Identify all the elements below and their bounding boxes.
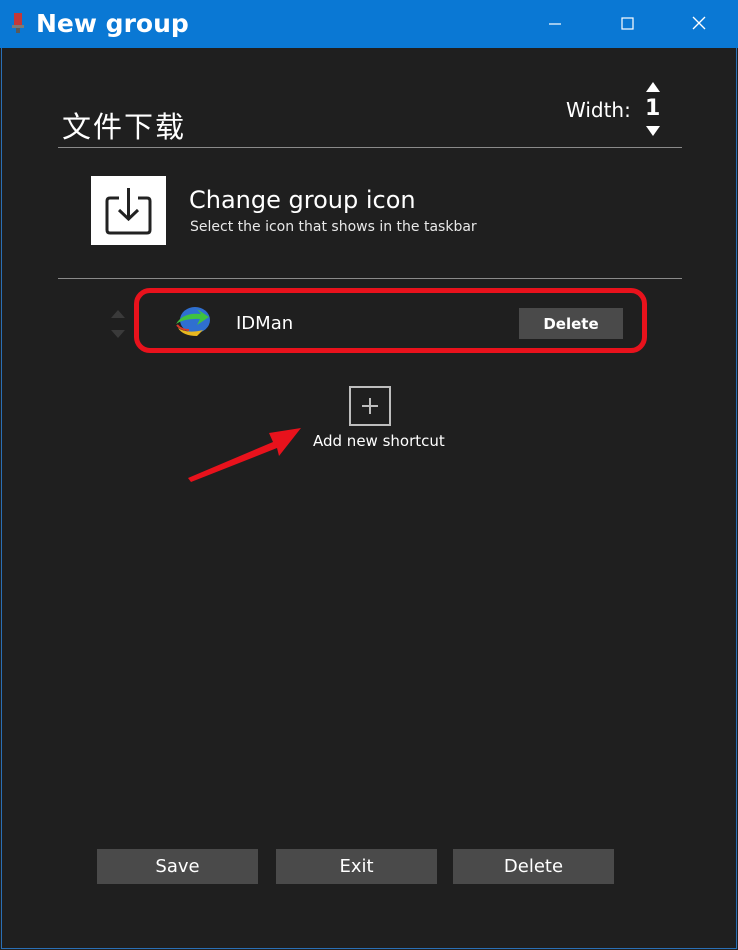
move-up-icon[interactable] (111, 310, 125, 318)
move-down-icon[interactable] (111, 330, 125, 338)
idm-app-icon (176, 307, 210, 336)
exit-button[interactable]: Exit (276, 849, 437, 884)
width-decrease-icon[interactable] (646, 126, 660, 136)
group-name-field[interactable]: 文件下载 (62, 104, 186, 146)
divider (58, 147, 682, 148)
add-shortcut-button[interactable] (349, 386, 391, 426)
close-icon (692, 16, 706, 30)
maximize-icon (621, 17, 634, 30)
close-button[interactable] (676, 0, 722, 48)
delete-shortcut-button[interactable]: Delete (519, 308, 623, 339)
download-icon (105, 188, 152, 235)
title-bar: New group (0, 0, 738, 48)
app-icon (12, 13, 24, 33)
width-label: Width: (566, 98, 631, 122)
maximize-button[interactable] (604, 0, 650, 48)
shortcut-name: IDMan (236, 313, 294, 334)
minimize-icon (549, 23, 561, 25)
change-icon-subtitle: Select the icon that shows in the taskba… (190, 219, 477, 235)
minimize-button[interactable] (532, 0, 578, 48)
width-value: 1 (645, 96, 661, 121)
width-increase-icon[interactable] (646, 82, 660, 92)
group-icon-button[interactable] (91, 176, 166, 245)
window-title: New group (36, 9, 189, 38)
delete-group-button[interactable]: Delete (453, 849, 614, 884)
divider (58, 278, 682, 279)
save-button[interactable]: Save (97, 849, 258, 884)
red-arrow-annotation (188, 428, 301, 482)
plus-icon (362, 398, 378, 414)
add-shortcut-label[interactable]: Add new shortcut (313, 432, 445, 450)
change-icon-title[interactable]: Change group icon (189, 186, 416, 214)
